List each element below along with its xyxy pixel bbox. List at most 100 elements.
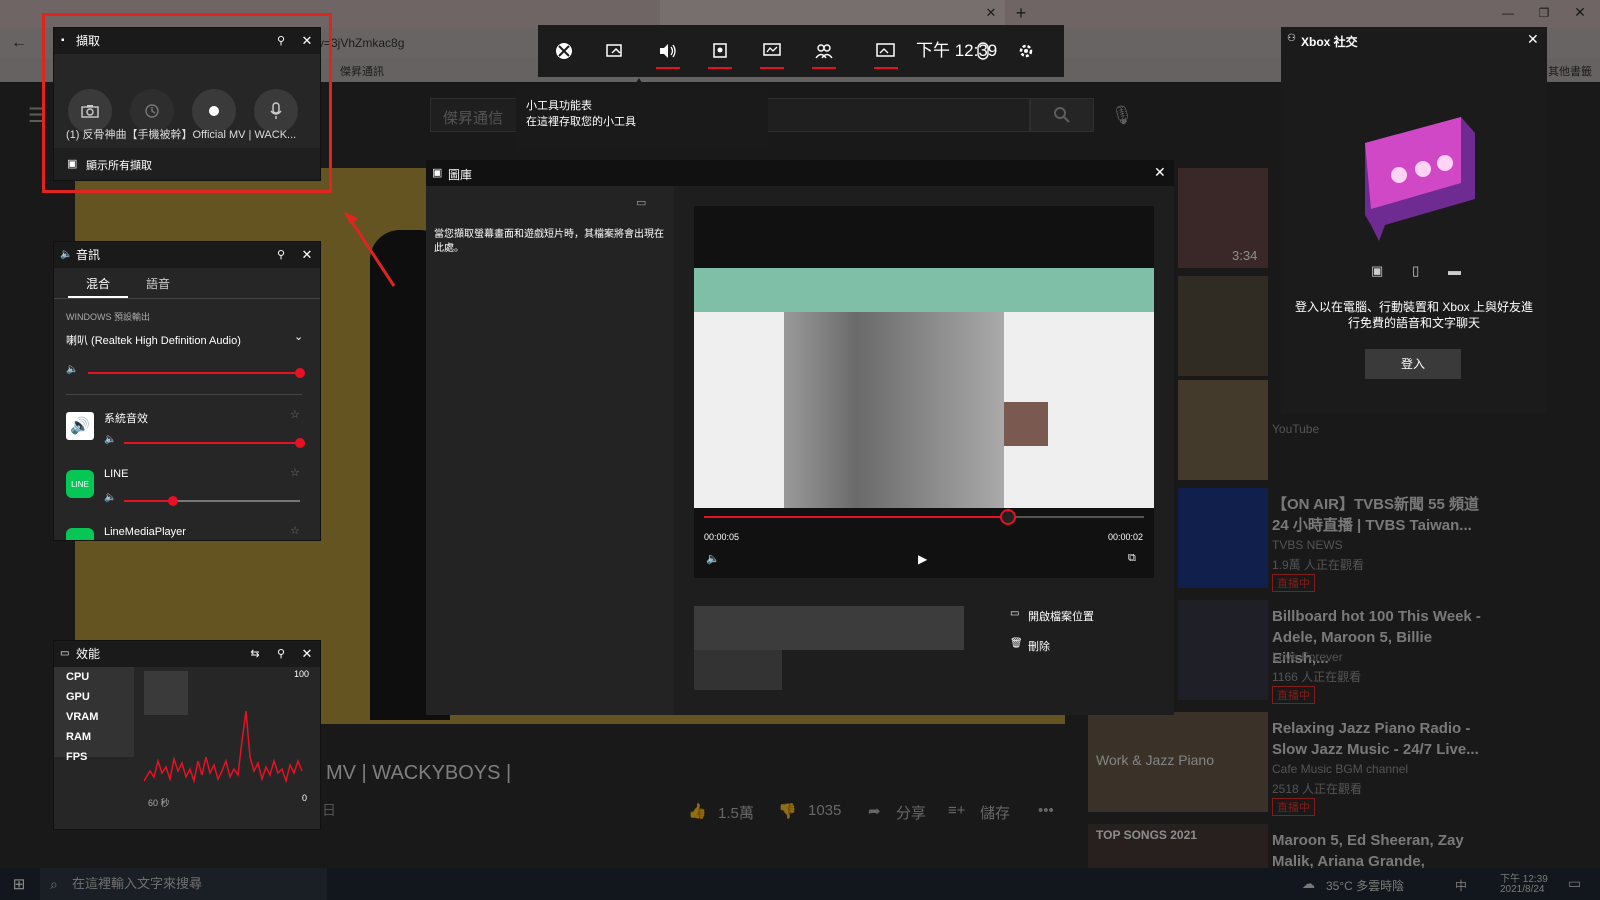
metric-gpu[interactable]: GPU [66,691,90,703]
performance-header: ▭ 效能 ⇆ ⚲ ✕ [54,641,320,667]
line-app-icon: LINE [66,470,94,498]
phone-icon: ▯ [1412,263,1420,278]
app-volume-slider[interactable] [124,438,305,448]
app-name: LineMediaPlayer [104,526,186,538]
xbox-social-widget: ⚇ Xbox 社交 ✕ ▣ ▯ ▬ 登入以在電腦、行動裝置和 Xbox 上與好友進行… [1281,27,1547,413]
gamebar-clock: 下午 12:39 [916,41,998,60]
xbox-social-header: ⚇ Xbox 社交 ✕ [1281,27,1547,53]
audio-header: 🔈 音訊 ⚲ ✕ [54,242,320,268]
friends-icon [815,44,833,59]
options-icon[interactable]: ⇆ [248,647,262,661]
tooltip-description: 在這裡存取您的小工具 [526,116,636,128]
audio-widget: 🔈 音訊 ⚲ ✕ 混合 語音 WINDOWS 預設輸出 喇叭 (Realtek … [53,241,321,541]
thumbnail-item[interactable] [694,606,964,650]
gallery-empty-message: 當您擷取螢幕畫面和遊戲短片時，其檔案將會出現在此處。 [434,229,664,254]
close-icon[interactable]: ✕ [300,646,314,661]
speaker-icon: 🔈 [60,249,73,260]
gallery-header: ▣ 圖庫 ✕ [426,160,1174,186]
favorite-icon[interactable]: ☆ [290,466,300,479]
chevron-down-icon[interactable]: ⌄ [294,330,303,343]
preview-frame [694,312,1154,508]
gallery-thumbnails [694,606,974,696]
device-icons: ▣ ▯ ▬ [1371,263,1461,281]
tooltip-title: 小工具功能表 [526,100,592,112]
app-name: LINE [104,468,129,480]
chart-duration: 60 秒 [148,798,170,808]
popout-icon[interactable]: ⧉ [1128,552,1136,565]
performance-widget-button[interactable] [746,25,798,77]
divider [66,394,302,395]
highlight-box [42,13,332,193]
audio-title: 音訊 [76,248,101,262]
audio-widget-button[interactable] [642,25,694,77]
pc-icon: ▣ [1371,263,1384,278]
master-volume-slider[interactable] [88,368,305,378]
time-total: 00:00:02 [1108,532,1144,542]
xbox-button[interactable] [538,25,590,77]
play-icon[interactable]: ▶ [918,552,927,566]
system-sounds-icon: 🔊 [66,412,94,440]
xbox-icon [556,43,572,59]
speaker-icon [660,44,676,58]
divider [54,298,320,299]
output-label: WINDOWS 預設輸出 [66,312,150,322]
app-volume-slider[interactable] [124,496,300,506]
volume-icon: 🔈 [66,364,79,375]
login-button[interactable]: 登入 [1365,349,1461,379]
gallery-widget-button[interactable] [860,25,912,77]
media-player[interactable]: 00:00:05 00:00:02 🔈 ▶ ⧉ [694,206,1154,578]
widget-store-button[interactable] [590,25,642,77]
performance-widget: ▭ 效能 ⇆ ⚲ ✕ CPU GPU VRAM RAM FPS 100 0 60… [53,640,321,830]
tab-mix[interactable]: 混合 [86,275,110,292]
gear-icon [1019,44,1033,58]
trash-icon: 🗑 [1010,638,1023,649]
xbox-social-message: 登入以在電腦、行動裝置和 Xbox 上與好友進行免費的語音和文字聊天 [1294,300,1534,330]
widget-store-icon [606,44,622,57]
tab-voice[interactable]: 語音 [146,275,170,292]
volume-icon: 🔈 [104,434,117,445]
pin-icon[interactable]: ⚲ [274,248,288,262]
metric-list: CPU GPU VRAM RAM FPS [54,667,134,763]
output-device-select[interactable]: 喇叭 (Realtek High Definition Audio) [66,332,241,348]
console-icon: ▬ [1447,263,1461,278]
preview-band [694,268,1154,312]
performance-icon [763,43,781,56]
metric-cpu[interactable]: CPU [66,671,89,683]
preview-blur [784,312,1004,508]
close-icon[interactable]: ✕ [300,247,314,262]
settings-button[interactable] [1006,25,1046,77]
gallery-window: ▣ 圖庫 ✕ ▭ 當您擷取螢幕畫面和遊戲短片時，其檔案將會出現在此處。 00:0… [426,160,1174,715]
capture-widget-button[interactable] [694,25,746,77]
fullscreen-icon[interactable]: ▭ [636,196,646,209]
preview-blur [1004,402,1048,446]
thumbnail-item[interactable] [694,650,782,690]
xbox-social-title: Xbox 社交 [1301,35,1358,49]
favorite-icon[interactable]: ☆ [290,408,300,421]
gallery-icon [876,43,895,57]
friends-icon: ⚇ [1287,33,1296,44]
metric-vram[interactable]: VRAM [66,711,98,723]
volume-icon: 🔈 [104,492,117,503]
gallery-list-pane: ▭ 當您擷取螢幕畫面和遊戲短片時，其檔案將會出現在此處。 [426,186,674,715]
close-icon[interactable]: ✕ [1154,164,1166,181]
chat-bubble-illustration [1365,117,1475,241]
social-widget-button[interactable] [798,25,850,77]
favorite-icon[interactable]: ☆ [290,524,300,537]
pin-icon[interactable]: ⚲ [274,647,288,661]
close-icon[interactable]: ✕ [1527,31,1539,48]
gallery-title: 圖庫 [448,168,473,182]
delete-button[interactable]: 刪除 [1028,638,1050,654]
performance-icon: ▭ [60,648,70,659]
app-name: 系統音效 [104,413,148,425]
volume-icon[interactable]: 🔈 [706,552,720,565]
gallery-icon: ▣ [432,167,443,179]
metric-ram[interactable]: RAM [66,731,91,743]
chart-max: 100 [294,669,310,679]
open-file-location[interactable]: 開啟檔案位置 [1028,608,1094,624]
metric-fps[interactable]: FPS [66,751,87,763]
time-current: 00:00:05 [704,532,740,542]
playback-progress[interactable] [704,509,1144,525]
line-media-player-icon [66,528,94,540]
chart-min: 0 [302,793,308,803]
folder-icon: ▭ [1010,608,1020,619]
